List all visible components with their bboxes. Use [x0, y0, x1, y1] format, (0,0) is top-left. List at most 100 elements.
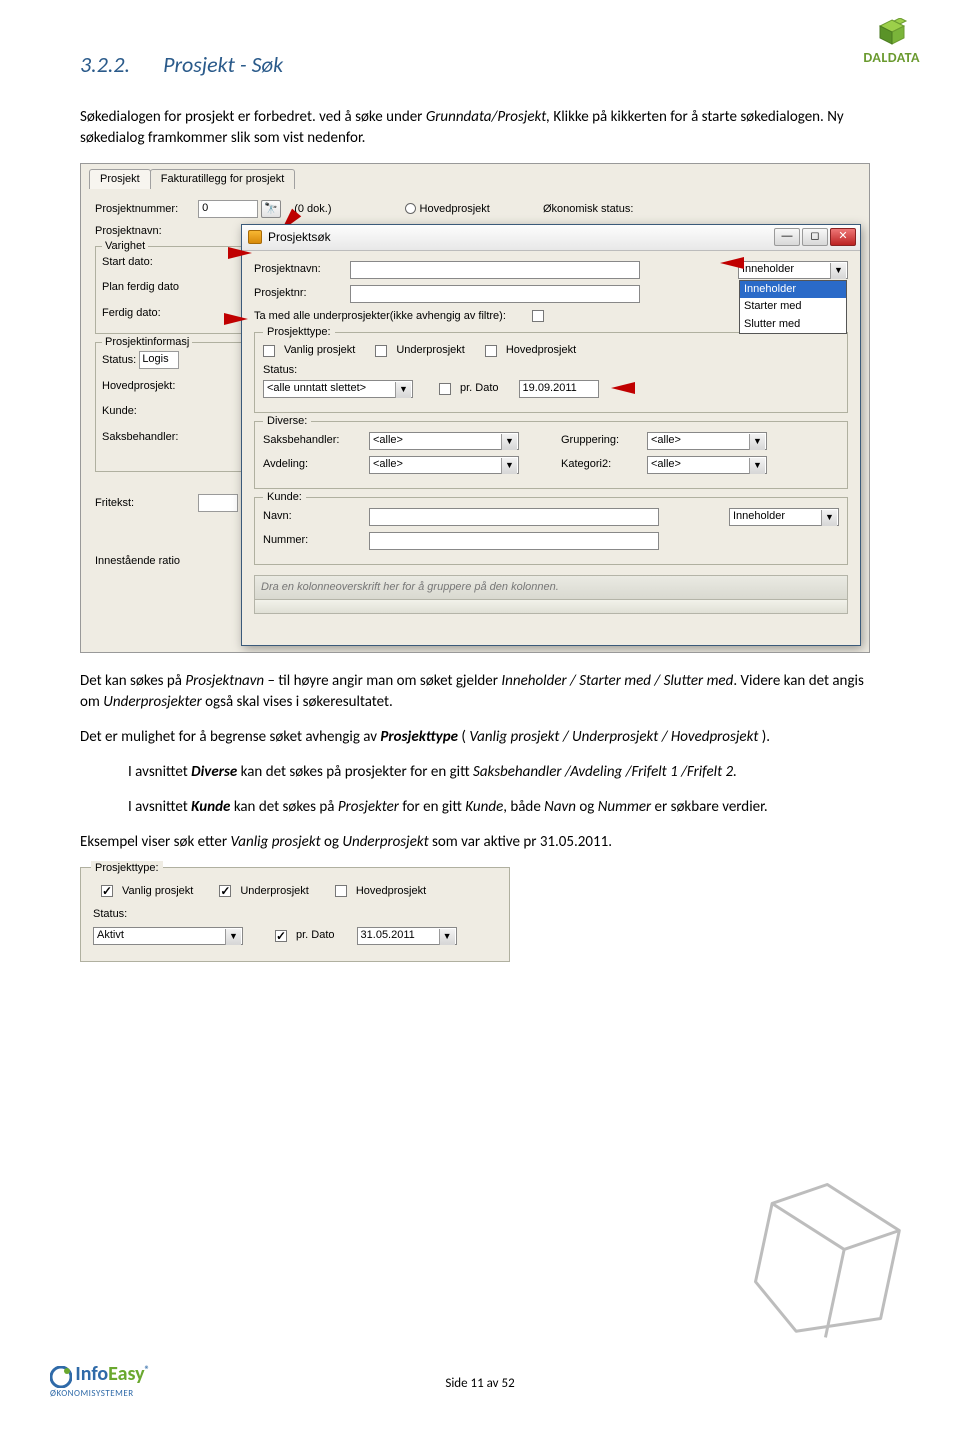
label-pr-dato: pr. Dato: [460, 381, 499, 396]
chevron-down-icon: ▼: [821, 510, 837, 526]
paragraph-3: Det er mulighet for å begrense søket avh…: [80, 727, 880, 748]
label-kategori2: Kategori2:: [561, 457, 641, 472]
combo-avdeling[interactable]: <alle>▼: [369, 456, 519, 474]
label-plan-ferdig: Plan ferdig dato: [102, 280, 238, 295]
label-saksbehandler-bg: Saksbehandler:: [102, 430, 238, 445]
label-prosjektnavn: Prosjektnavn:: [254, 262, 344, 277]
combo-status-2[interactable]: Aktivt▼: [93, 927, 243, 945]
combo-gruppering[interactable]: <alle>▼: [647, 432, 767, 450]
checkbox-underprosjekt[interactable]: [375, 345, 387, 357]
screenshot-prosjekt-sok: Prosjekt Fakturatillegg for prosjekt Pro…: [80, 163, 870, 653]
window-minimize-button[interactable]: —: [774, 228, 800, 246]
combo-option[interactable]: Starter med: [740, 298, 846, 315]
input-pr-dato-2[interactable]: 31.05.2011▼: [357, 927, 457, 945]
combo-kunde-match[interactable]: Inneholder▼: [729, 508, 839, 526]
checkbox-vanlig-2[interactable]: [101, 885, 113, 897]
label-fritekst: Fritekst:: [95, 496, 195, 511]
label-kunde-bg: Kunde:: [102, 404, 238, 419]
group-diverse: Diverse: Saksbehandler: <alle>▼ Grupperi…: [254, 421, 848, 489]
label-hovedprosjekt-bg: Hovedprosjekt:: [102, 379, 238, 394]
dialog-prosjektsok: Prosjektsøk — ◻ ✕ Prosjektnavn: Innehold…: [241, 224, 861, 646]
paragraph-4: I avsnittet Diverse kan det søkes på pro…: [128, 762, 880, 783]
dialog-title-text: Prosjektsøk: [268, 229, 331, 246]
input-kunde-navn[interactable]: [369, 508, 659, 526]
tab-prosjekt[interactable]: Prosjekt: [89, 169, 151, 189]
combo-kategori2[interactable]: <alle>▼: [647, 456, 767, 474]
label-tamed-under: Ta med alle underprosjekter(ikke avhengi…: [254, 309, 506, 324]
label-status-2: Status:: [93, 907, 499, 922]
chevron-down-icon: ▼: [749, 434, 765, 450]
daldata-cube-icon: [872, 18, 912, 48]
label-kunde-navn: Navn:: [263, 509, 363, 524]
checkbox-hovedprosjekt[interactable]: [485, 345, 497, 357]
chevron-down-icon: ▼: [501, 458, 517, 474]
group-prosjekttype: Prosjekttype: Vanlig prosjekt Underprosj…: [254, 332, 848, 413]
legend-diverse: Diverse:: [263, 414, 311, 429]
label-innestaende: Innestående ratio: [95, 555, 180, 567]
input-kunde-nummer[interactable]: [369, 532, 659, 550]
grid-group-hint[interactable]: Dra en kolonneoverskrift her for å grupp…: [254, 575, 848, 600]
label-saksbehandler: Saksbehandler:: [263, 433, 363, 448]
combo-status[interactable]: <alle unntatt slettet>▼: [263, 380, 413, 398]
label-prosjektnr: Prosjektnr:: [254, 286, 344, 301]
red-arrow-icon: [720, 257, 744, 269]
dialog-icon: [248, 230, 262, 244]
input-prosjektnummer[interactable]: 0: [198, 200, 258, 218]
paragraph-1: Søkedialogen for prosjekt er forbedret. …: [80, 107, 880, 149]
red-arrow-icon: [228, 247, 252, 259]
brand-logo-top: DALDATA: [863, 18, 920, 68]
page-number: Side 11 av 52: [0, 1375, 960, 1393]
chevron-down-icon: ▼: [395, 382, 411, 398]
tab-fakturatillegg[interactable]: Fakturatillegg for prosjekt: [150, 169, 296, 189]
radio-hovedprosjekt[interactable]: [405, 203, 416, 214]
combo-match-list: Inneholder Starter med Slutter med: [739, 280, 847, 334]
decorative-cube-icon: [750, 1179, 930, 1359]
label-prosjektnavn-bg: Prosjektnavn:: [95, 224, 195, 239]
combo-option[interactable]: Inneholder: [740, 281, 846, 298]
input-prosjektnavn[interactable]: [350, 261, 640, 279]
label-start-dato: Start dato:: [102, 255, 238, 270]
chevron-down-icon: ▼: [749, 458, 765, 474]
group-prosjektinfo: Prosjektinformasj: [102, 335, 192, 350]
label-okonomisk-status: Økonomisk status:: [543, 203, 633, 215]
paragraph-2: Det kan søkes på Prosjektnavn – til høyr…: [80, 671, 880, 713]
input-fritekst[interactable]: [198, 494, 238, 512]
checkbox-under-2[interactable]: [219, 885, 231, 897]
screenshot-example-filter: Prosjekttype: Vanlig prosjekt Underprosj…: [80, 867, 510, 962]
input-status-bg[interactable]: Logis: [139, 351, 179, 369]
checkbox-pr-dato-2[interactable]: [275, 930, 287, 942]
group-kunde: Kunde: Navn: Inneholder▼ Nummer:: [254, 497, 848, 565]
group-varighet: Varighet: [102, 239, 148, 254]
checkbox-hoved-2[interactable]: [335, 885, 347, 897]
checkbox-ta-med-under[interactable]: [532, 310, 544, 322]
paragraph-5: I avsnittet Kunde kan det søkes på Prosj…: [128, 797, 880, 818]
section-title: Prosjekt - Søk: [163, 51, 283, 78]
chevron-down-icon: ▼: [225, 929, 241, 945]
checkbox-vanlig-prosjekt[interactable]: [263, 345, 275, 357]
grid-header: [254, 600, 848, 614]
chevron-down-icon: ▼: [439, 929, 455, 945]
legend-kunde: Kunde:: [263, 490, 306, 505]
label-pr-dato-2: pr. Dato: [296, 928, 335, 943]
input-pr-dato[interactable]: 19.09.2011: [519, 380, 599, 398]
binoculars-icon[interactable]: 🔭: [261, 200, 281, 218]
chevron-down-icon: ▼: [830, 263, 846, 279]
combo-option[interactable]: Slutter med: [740, 316, 846, 333]
label-prosjektnummer: Prosjektnummer:: [95, 202, 195, 217]
brand-name: DALDATA: [863, 48, 920, 68]
section-heading: 3.2.2. Prosjekt - Søk: [80, 50, 880, 81]
combo-match-type[interactable]: Inneholder ▼ Inneholder Starter med Slut…: [738, 261, 848, 279]
section-number: 3.2.2.: [80, 51, 130, 78]
red-arrow-icon: [611, 382, 635, 394]
label-avdeling: Avdeling:: [263, 457, 363, 472]
input-prosjektnr[interactable]: [350, 285, 640, 303]
combo-saksbehandler[interactable]: <alle>▼: [369, 432, 519, 450]
chevron-down-icon: ▼: [501, 434, 517, 450]
label-kunde-nummer: Nummer:: [263, 533, 363, 548]
label-gruppering: Gruppering:: [561, 433, 641, 448]
dialog-titlebar: Prosjektsøk — ◻ ✕: [242, 225, 860, 251]
window-close-button[interactable]: ✕: [830, 228, 856, 246]
window-maximize-button[interactable]: ◻: [802, 228, 828, 246]
checkbox-pr-dato[interactable]: [439, 383, 451, 395]
label-status-bg: Status:: [102, 354, 136, 366]
